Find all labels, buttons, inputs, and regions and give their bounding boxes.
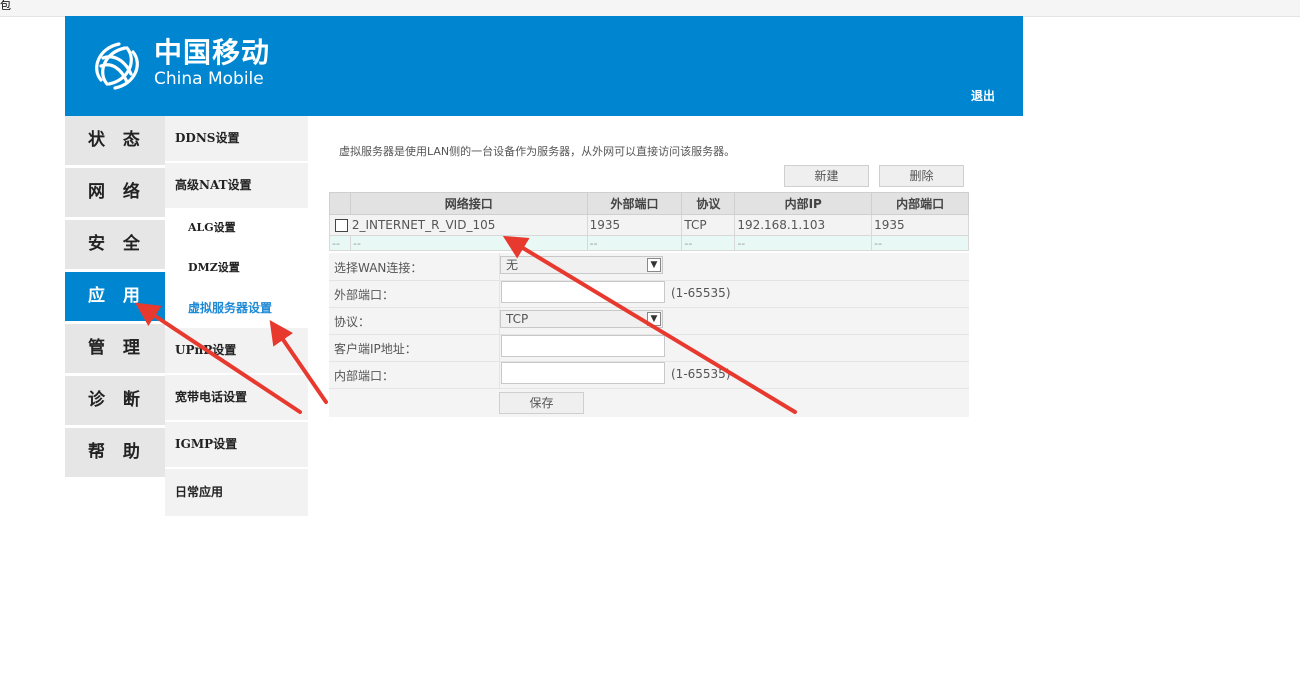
wan-connection-label: 选择WAN连接： — [334, 261, 423, 275]
sub-nav: DDNS设置 高级NAT设置 ALG设置 DMZ设置 虚拟服务器设置 UPnP设… — [165, 116, 308, 516]
protocol-select[interactable]: TCP ▼ — [500, 310, 663, 328]
corner-text: 包 — [0, 0, 11, 12]
table-cell: -- — [586, 235, 683, 251]
sub-nav-virtual-server[interactable]: 虚拟服务器设置 — [175, 288, 308, 328]
table-cell: 1935 — [586, 214, 683, 236]
client-ip-input[interactable] — [501, 335, 665, 357]
sub-nav-daily-app[interactable]: 日常应用 — [165, 469, 308, 516]
form-row-protocol: 协议： TCP ▼ — [329, 307, 969, 335]
table-cell: -- — [681, 235, 736, 251]
table-cell: -- — [871, 235, 969, 251]
virtual-server-form: 选择WAN连接： 无 ▼ 外部端口： (1-65535) 协议： TCP ▼ 客… — [329, 253, 969, 417]
new-button[interactable]: 新建 — [784, 165, 869, 187]
wan-connection-select[interactable]: 无 ▼ — [500, 256, 663, 274]
external-port-hint: (1-65535) — [671, 286, 731, 300]
form-row-wan: 选择WAN连接： 无 ▼ — [329, 253, 969, 281]
china-mobile-logo-icon — [95, 42, 139, 90]
form-row-internal-port: 内部端口： (1-65535) — [329, 361, 969, 389]
header-internal-port: 内部端口 — [871, 192, 969, 215]
table-cell: -- — [734, 235, 873, 251]
protocol-label: 协议： — [334, 315, 371, 329]
sub-nav-ddns[interactable]: DDNS设置 — [165, 116, 308, 161]
header-internal-ip: 内部IP — [734, 192, 873, 215]
internal-port-label: 内部端口： — [334, 369, 395, 383]
main-nav-security[interactable]: 安 全 — [65, 220, 165, 269]
save-button[interactable]: 保存 — [499, 392, 584, 414]
table-cell: -- — [329, 235, 351, 251]
brand-name-cn: 中国移动 — [154, 36, 271, 69]
delete-button[interactable]: 删除 — [879, 165, 964, 187]
main-nav-management[interactable]: 管 理 — [65, 324, 165, 373]
sub-nav-alg[interactable]: ALG设置 — [175, 208, 308, 248]
row-checkbox[interactable] — [335, 219, 348, 232]
main-nav-diagnosis[interactable]: 诊 断 — [65, 376, 165, 425]
table-cell: -- — [349, 235, 588, 251]
form-row-external-port: 外部端口： (1-65535) — [329, 280, 969, 308]
header-protocol: 协议 — [681, 192, 736, 215]
sub-nav-broadband-phone[interactable]: 宽带电话设置 — [165, 375, 308, 420]
virtual-server-table: 网络接口 外部端口 协议 内部IP 内部端口 2_INTERNET_R_VID_… — [329, 192, 969, 251]
main-nav-application[interactable]: 应 用 — [65, 272, 165, 321]
internal-port-hint: (1-65535) — [671, 367, 731, 381]
header-external-port: 外部端口 — [586, 192, 683, 215]
table-cell: 1935 — [871, 214, 969, 236]
brand-name-en: China Mobile — [154, 69, 264, 89]
table-cell: 192.168.1.103 — [734, 214, 873, 236]
table-cell: TCP — [681, 214, 736, 236]
chevron-down-icon: ▼ — [647, 312, 661, 326]
checkbox-header — [329, 192, 351, 215]
external-port-label: 外部端口： — [334, 288, 395, 302]
table-cell-interface: 2_INTERNET_R_VID_105 — [329, 214, 588, 236]
table-row[interactable]: 2_INTERNET_R_VID_105 1935 TCP 192.168.1.… — [329, 214, 969, 236]
sub-nav-igmp[interactable]: IGMP设置 — [165, 422, 308, 467]
internal-port-input[interactable] — [501, 362, 665, 384]
sub-nav-upnp[interactable]: UPnP设置 — [165, 328, 308, 373]
main-nav-network[interactable]: 网 络 — [65, 168, 165, 217]
table-row[interactable]: -- -- -- -- -- -- — [329, 235, 969, 251]
logout-link[interactable]: 退出 — [971, 87, 995, 104]
main-nav-status[interactable]: 状 态 — [65, 116, 165, 165]
external-port-input[interactable] — [501, 281, 665, 303]
sub-nav-advanced-nat[interactable]: 高级NAT设置 — [165, 163, 308, 208]
form-row-client-ip: 客户端IP地址： — [329, 334, 969, 362]
main-nav-help[interactable]: 帮 助 — [65, 428, 165, 477]
client-ip-label: 客户端IP地址： — [334, 342, 417, 356]
browser-top-strip: 包 — [0, 0, 1300, 17]
header-network-interface: 网络接口 — [349, 192, 588, 215]
main-nav: 状 态 网 络 安 全 应 用 管 理 诊 断 帮 助 — [65, 116, 165, 478]
chevron-down-icon: ▼ — [647, 258, 661, 272]
table-header-row: 网络接口 外部端口 协议 内部IP 内部端口 — [329, 192, 969, 215]
header: 中国移动 China Mobile 退出 — [65, 16, 1023, 116]
sub-nav-dmz[interactable]: DMZ设置 — [175, 248, 308, 288]
page-description: 虚拟服务器是使用LAN侧的一台设备作为服务器，从外网可以直接访问该服务器。 — [339, 145, 736, 158]
